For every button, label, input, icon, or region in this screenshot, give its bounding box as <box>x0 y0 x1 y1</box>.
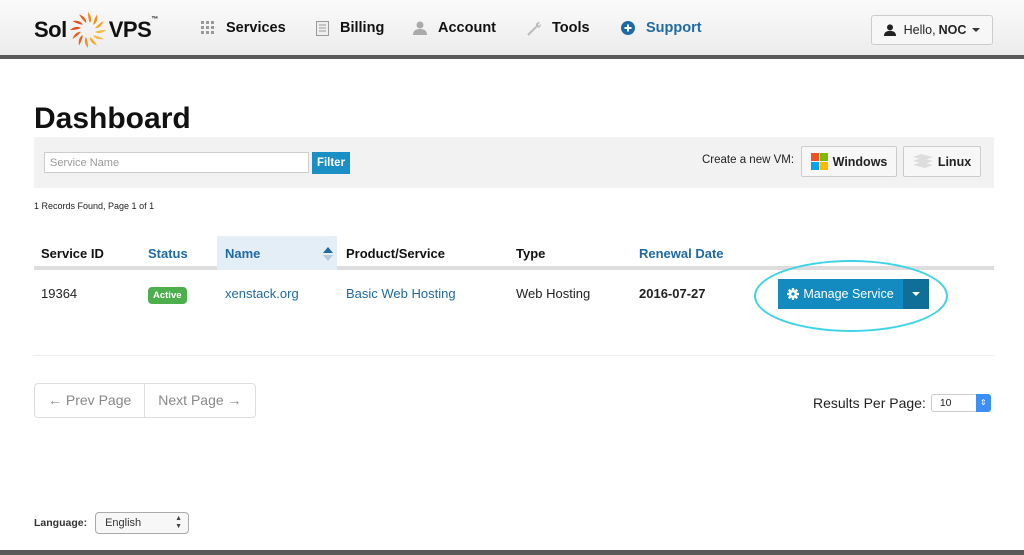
logo-text-vps: VPS <box>108 17 152 42</box>
footer-bar <box>0 550 1024 555</box>
column-name[interactable]: Name <box>217 236 337 270</box>
nav-account-label: Account <box>438 20 496 36</box>
results-per-page-select[interactable]: 10 ⇕ <box>930 394 991 412</box>
solvps-logo[interactable]: Sol VPS ™ <box>34 10 158 50</box>
linux-stack-icon <box>912 153 933 170</box>
nav-billing[interactable]: Billing <box>314 20 384 36</box>
user-icon <box>412 20 428 36</box>
service-id-cell: 19364 <box>41 286 78 301</box>
status-cell: Active <box>148 286 187 304</box>
manage-service-dropdown-toggle[interactable] <box>903 279 929 309</box>
results-per-page: Results Per Page: 10 ⇕ <box>813 394 991 412</box>
gear-icon <box>787 288 800 300</box>
language-select[interactable]: English ▲ ▼ <box>95 512 190 534</box>
windows-label: Windows <box>832 154 888 169</box>
filter-bar: Filter Create a new VM: Windows Linux <box>34 137 994 188</box>
user-greeting: Hello, <box>903 23 936 37</box>
column-product-service: Product/Service <box>346 246 445 261</box>
user-icon <box>883 24 896 36</box>
grid-icon <box>200 20 216 36</box>
column-type: Type <box>516 246 546 261</box>
create-linux-vm-button[interactable]: Linux <box>903 146 981 177</box>
trademark: ™ <box>151 16 158 23</box>
wrench-icon <box>526 20 542 36</box>
create-windows-vm-button[interactable]: Windows <box>801 146 897 177</box>
windows-icon <box>810 153 828 170</box>
column-status[interactable]: Status <box>148 236 188 270</box>
column-renewal-date[interactable]: Renewal Date <box>639 236 724 270</box>
select-arrows-icon: ▲ ▼ <box>175 515 183 530</box>
type-cell: Web Hosting <box>516 286 591 301</box>
logo-text-sol: Sol <box>34 17 67 42</box>
next-page-button[interactable]: Next Page → <box>144 384 254 417</box>
caret-down-icon <box>972 28 981 32</box>
sun-logo-icon <box>69 12 106 48</box>
user-menu-button[interactable]: Hello, NOC <box>871 15 993 45</box>
language-value: English <box>105 517 142 529</box>
table-header: Service ID Status Name Product/Service T… <box>34 236 994 270</box>
service-name-link[interactable]: xenstack.org <box>225 286 299 301</box>
column-name-label: Name <box>225 246 261 261</box>
nav-services-label: Services <box>226 20 286 36</box>
filter-button[interactable]: Filter <box>312 152 350 174</box>
nav-support-label: Support <box>646 20 702 36</box>
nav-tools[interactable]: Tools <box>526 20 590 36</box>
nav-tools-label: Tools <box>552 20 590 36</box>
nav-account[interactable]: Account <box>412 20 496 36</box>
pagination: ← Prev Page Next Page → <box>34 383 256 418</box>
username: NOC <box>938 23 967 37</box>
status-badge: Active <box>148 287 187 304</box>
manage-service-split-button: Manage Service <box>778 279 929 309</box>
nav-billing-label: Billing <box>340 20 385 36</box>
renewal-date-cell: 2016-07-27 <box>639 286 706 301</box>
results-per-page-value: 10 <box>939 397 952 409</box>
manage-service-button[interactable]: Manage Service <box>778 279 903 309</box>
linux-label: Linux <box>937 154 972 169</box>
column-service-id: Service ID <box>41 246 104 261</box>
table-row: 19364 Active xenstack.org Basic Web Host… <box>34 260 994 356</box>
services-table: Service ID Status Name Product/Service T… <box>34 236 994 356</box>
service-name-input[interactable] <box>44 152 309 173</box>
records-found-text: 1 Records Found, Page 1 of 1 <box>34 201 155 211</box>
language-selector: Language: English ▲ ▼ <box>34 512 190 534</box>
select-arrows-icon: ⇕ <box>975 394 991 412</box>
sort-ascending-icon <box>323 247 333 261</box>
caret-down-icon <box>912 292 920 296</box>
product-link[interactable]: Basic Web Hosting <box>346 286 456 301</box>
top-navbar: Sol VPS ™ Services Billing Account Tools… <box>0 0 1024 59</box>
language-label: Language: <box>34 517 88 529</box>
list-icon <box>314 20 330 36</box>
nav-support[interactable]: Support <box>620 20 702 36</box>
results-per-page-label: Results Per Page: <box>813 395 926 411</box>
prev-page-button[interactable]: ← Prev Page <box>35 384 144 417</box>
page-title: Dashboard <box>34 102 191 135</box>
create-vm-label: Create a new VM: <box>702 154 795 166</box>
plus-circle-icon <box>620 20 636 36</box>
nav-services[interactable]: Services <box>200 20 286 36</box>
manage-service-label: Manage Service <box>803 287 894 301</box>
